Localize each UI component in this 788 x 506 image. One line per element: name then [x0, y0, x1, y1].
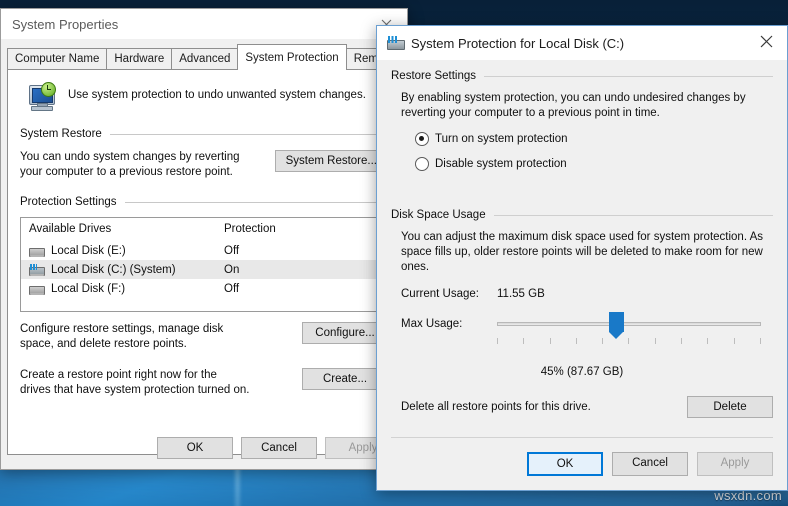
system-restore-button[interactable]: System Restore... — [274, 150, 388, 172]
column-protection: Protection — [224, 223, 276, 235]
protection-status: Off — [224, 244, 240, 257]
divider — [124, 201, 388, 203]
slider-tick — [575, 338, 577, 344]
slider-tick — [523, 338, 525, 344]
radio-disable-system-protection[interactable]: Disable system protection — [415, 157, 773, 171]
ok-button[interactable]: OK — [157, 437, 233, 459]
cancel-button[interactable]: Cancel — [612, 452, 688, 476]
current-usage-row: Current Usage: 11.55 GB — [401, 288, 773, 300]
slider-tick — [549, 338, 551, 344]
radio-label: Turn on system protection — [435, 133, 568, 145]
max-usage-slider[interactable] — [497, 312, 761, 344]
configure-row: Configure restore settings, manage disk … — [20, 322, 388, 352]
apply-button: Apply — [697, 452, 773, 476]
slider-tick — [759, 338, 761, 344]
system-restore-group-label: System Restore — [20, 128, 102, 140]
tab-hardware[interactable]: Hardware — [106, 48, 173, 70]
slider-tick — [602, 338, 604, 344]
system-protection-icon — [24, 82, 58, 112]
slider-thumb[interactable] — [609, 312, 625, 339]
slider-tick — [707, 338, 709, 344]
delete-restore-points-row: Delete all restore points for this drive… — [401, 396, 773, 418]
system-restore-row: You can undo system changes by reverting… — [20, 150, 388, 180]
system-properties-title: System Properties — [12, 16, 119, 32]
restore-settings-group-header: Restore Settings — [391, 70, 773, 82]
panel-header: Use system protection to undo unwanted s… — [24, 82, 388, 112]
divider — [109, 133, 388, 135]
slider-tick — [497, 338, 498, 344]
delete-button[interactable]: Delete — [687, 396, 773, 418]
protection-status: Off — [224, 282, 240, 295]
slider-ticks — [497, 338, 761, 344]
column-available-drives: Available Drives — [29, 223, 112, 235]
protection-settings-group-header: Protection Settings — [20, 196, 388, 208]
system-properties-tabs: Computer Name Hardware Advanced System P… — [7, 44, 407, 70]
system-restore-description: You can undo system changes by reverting… — [20, 151, 240, 178]
slider-tick — [628, 338, 630, 344]
system-drive-icon — [387, 36, 405, 50]
current-usage-value: 11.55 GB — [497, 288, 545, 300]
cancel-button[interactable]: Cancel — [241, 437, 317, 459]
slider-tick — [654, 338, 656, 344]
drive-cell: Local Disk (F:) — [21, 283, 224, 295]
system-protection-tab-panel: Use system protection to undo unwanted s… — [7, 69, 401, 455]
dialog-footer: OK Cancel Apply — [391, 452, 773, 476]
divider — [493, 214, 773, 216]
drive-cell: Local Disk (C:) (System) — [21, 263, 224, 276]
system-restore-group-header: System Restore — [20, 128, 388, 140]
delete-description: Delete all restore points for this drive… — [401, 401, 591, 413]
current-usage-label: Current Usage: — [401, 288, 479, 300]
disk-space-usage-description: You can adjust the maximum disk space us… — [401, 231, 764, 273]
system-restore-group: System Restore You can undo system chang… — [20, 128, 388, 180]
drives-table-header: Available Drives Protection — [21, 218, 387, 241]
drive-label: Local Disk (E:) — [51, 244, 126, 257]
slider-tick — [733, 338, 735, 344]
create-description: Create a restore point right now for the… — [20, 369, 250, 396]
tab-system-protection[interactable]: System Protection — [237, 44, 347, 70]
slider-tick — [681, 338, 683, 344]
slider-track[interactable] — [497, 322, 761, 326]
disk-space-usage-group-header: Disk Space Usage — [391, 209, 773, 221]
create-row: Create a restore point right now for the… — [20, 368, 388, 398]
drive-cell: Local Disk (E:) — [21, 245, 224, 257]
system-drive-icon — [29, 263, 45, 276]
restore-settings-description: By enabling system protection, you can u… — [401, 92, 746, 119]
max-usage-label: Max Usage: — [401, 318, 463, 330]
radio-icon[interactable] — [415, 157, 429, 171]
tab-advanced[interactable]: Advanced — [171, 48, 239, 70]
dialog-title: System Protection for Local Disk (C:) — [411, 35, 625, 51]
system-properties-titlebar: System Properties — [1, 9, 407, 39]
table-row[interactable]: Local Disk (F:) Off — [21, 279, 387, 298]
drive-icon — [29, 283, 45, 295]
disk-space-usage-group-label: Disk Space Usage — [391, 209, 486, 221]
system-properties-window: System Properties Computer Name Hardware… — [0, 8, 408, 470]
footer-divider — [391, 437, 773, 438]
drives-table[interactable]: Available Drives Protection Local Disk (… — [20, 217, 388, 312]
configure-description: Configure restore settings, manage disk … — [20, 323, 224, 350]
drive-label: Local Disk (F:) — [51, 282, 126, 295]
panel-header-text: Use system protection to undo unwanted s… — [68, 89, 366, 101]
dialog-body: Restore Settings By enabling system prot… — [377, 60, 787, 418]
radio-icon[interactable] — [415, 132, 429, 146]
system-protection-dialog: System Protection for Local Disk (C:) Re… — [376, 25, 788, 491]
max-usage-row: Max Usage: — [401, 312, 773, 344]
drive-icon — [29, 245, 45, 257]
system-properties-footer: OK Cancel Apply — [7, 437, 401, 459]
max-usage-value: 45% (87.67 GB) — [540, 366, 624, 378]
radio-turn-on-system-protection[interactable]: Turn on system protection — [415, 132, 773, 146]
dialog-titlebar: System Protection for Local Disk (C:) — [377, 26, 787, 60]
protection-settings-group-label: Protection Settings — [20, 196, 117, 208]
table-row[interactable]: Local Disk (E:) Off — [21, 241, 387, 260]
divider — [484, 75, 773, 77]
protection-status: On — [224, 263, 240, 276]
table-row[interactable]: Local Disk (C:) (System) On — [21, 260, 387, 279]
restore-settings-group-label: Restore Settings — [391, 70, 477, 82]
ok-button[interactable]: OK — [527, 452, 603, 476]
tab-computer-name[interactable]: Computer Name — [7, 48, 108, 70]
radio-label: Disable system protection — [435, 158, 567, 170]
protection-settings-group: Protection Settings Available Drives Pro… — [20, 196, 388, 398]
close-icon[interactable] — [745, 26, 787, 56]
drive-label: Local Disk (C:) (System) — [51, 263, 176, 276]
screen: wsxdn.com System Properties Computer Nam… — [0, 0, 788, 506]
